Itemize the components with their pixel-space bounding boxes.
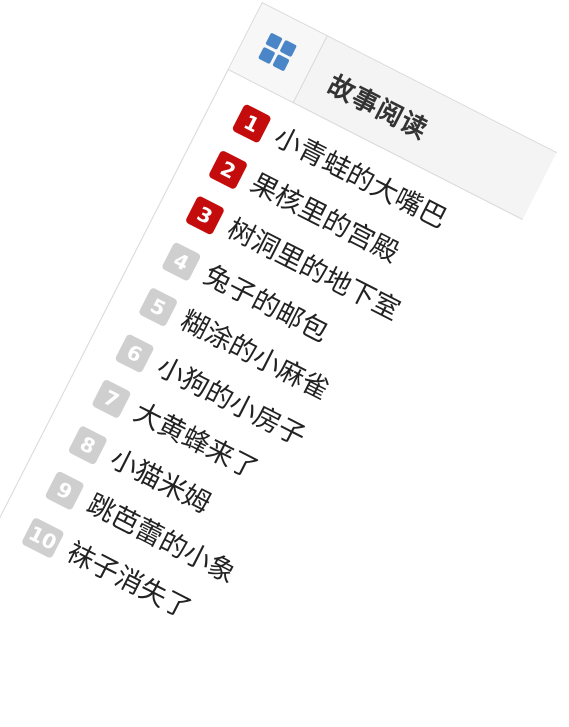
panel-title: 故事阅读: [322, 70, 433, 146]
header-icon-box: [228, 3, 328, 103]
grid-icon: [257, 32, 298, 72]
rank-badge: 1: [231, 103, 272, 144]
page: 故事阅读 1 小青蛙的大嘴巴 2 果核里的宫殿 3 树洞里的地下室 4 兔子的邮…: [0, 0, 569, 727]
grid-icon-cell: [272, 54, 290, 72]
story-reading-panel: 故事阅读 1 小青蛙的大嘴巴 2 果核里的宫殿 3 树洞里的地下室 4 兔子的邮…: [0, 2, 557, 724]
grid-icon-cell: [279, 39, 297, 58]
story-list: 1 小青蛙的大嘴巴 2 果核里的宫殿 3 树洞里的地下室 4 兔子的邮包 5 糊…: [13, 101, 453, 665]
